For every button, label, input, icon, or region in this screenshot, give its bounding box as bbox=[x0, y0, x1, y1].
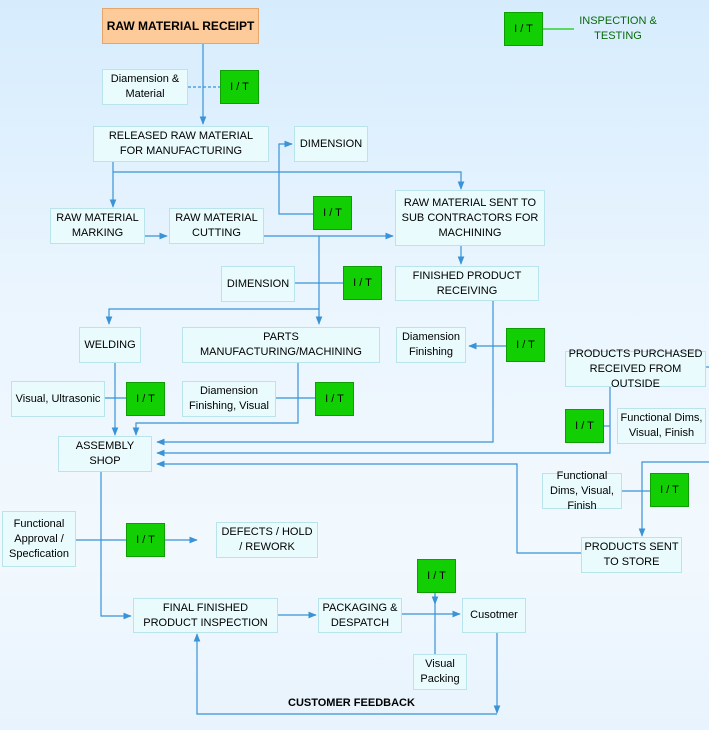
it-badge-packaging[interactable]: I / T bbox=[417, 559, 456, 593]
node-customer[interactable]: Cusotmer bbox=[462, 598, 526, 633]
node-assembly-shop[interactable]: ASSEMBLY SHOP bbox=[58, 436, 152, 472]
it-badge-parts[interactable]: I / T bbox=[315, 382, 354, 416]
legend-it-badge: I / T bbox=[504, 12, 543, 46]
node-functional-approval[interactable]: Functional Approval / Specfication bbox=[2, 511, 76, 567]
node-functional-dims-2[interactable]: Functional Dims, Visual, Finish bbox=[542, 470, 622, 512]
node-welding[interactable]: WELDING bbox=[79, 327, 141, 363]
it-badge-dimension-mid[interactable]: I / T bbox=[343, 266, 382, 300]
node-released-raw-material[interactable]: RELEASED RAW MATERIAL FOR MANUFACTURING bbox=[93, 126, 269, 162]
node-dimension-finishing[interactable]: Diamension Finishing bbox=[396, 327, 466, 363]
node-dimension-finishing-visual[interactable]: Diamension Finishing, Visual bbox=[182, 381, 276, 417]
node-dimension-mid[interactable]: DIMENSION bbox=[221, 266, 295, 302]
node-raw-material-cutting[interactable]: RAW MATERIAL CUTTING bbox=[169, 208, 264, 244]
node-packaging-despatch[interactable]: PACKAGING & DESPATCH bbox=[318, 598, 402, 633]
connector-receiving-assembly bbox=[156, 301, 494, 446]
node-visual-packing[interactable]: Visual Packing bbox=[413, 654, 467, 690]
legend-label-line2: TESTING bbox=[594, 30, 642, 42]
node-parts-manufacturing[interactable]: PARTS MANUFACTURING/MACHINING bbox=[182, 327, 380, 363]
node-dimension-top[interactable]: DIMENSION bbox=[294, 126, 368, 162]
node-final-inspection[interactable]: FINAL FINISHED PRODUCT INSPECTION bbox=[133, 598, 278, 633]
legend-label: INSPECTION & TESTING bbox=[578, 14, 658, 44]
it-badge-dim-finishing[interactable]: I / T bbox=[506, 328, 545, 362]
node-defects-hold-rework[interactable]: DEFECTS / HOLD / REWORK bbox=[216, 522, 318, 558]
node-sent-to-subcontractors[interactable]: RAW MATERIAL SENT TO SUB CONTRACTORS FOR… bbox=[395, 190, 545, 246]
connector-released-subcontract bbox=[113, 171, 465, 190]
it-badge-welding[interactable]: I / T bbox=[126, 382, 165, 416]
node-visual-ultrasonic[interactable]: Visual, Ultrasonic bbox=[11, 381, 105, 417]
node-functional-dims-1[interactable]: Functional Dims, Visual, Finish bbox=[617, 408, 706, 444]
node-products-sent-to-store[interactable]: PRODUCTS SENT TO STORE bbox=[581, 537, 682, 573]
it-badge-dimension-top[interactable]: I / T bbox=[313, 196, 352, 230]
node-finished-product-receiving[interactable]: FINISHED PRODUCT RECEIVING bbox=[395, 266, 539, 301]
it-badge-purchased[interactable]: I / T bbox=[565, 409, 604, 443]
connector-cutting-welding bbox=[105, 308, 319, 325]
it-badge-material[interactable]: I / T bbox=[220, 70, 259, 104]
legend-label-line1: INSPECTION & bbox=[579, 15, 657, 27]
customer-feedback-label: CUSTOMER FEEDBACK bbox=[288, 697, 415, 709]
node-products-purchased[interactable]: PRODUCTS PURCHASED RECEIVED FROM OUTSIDE bbox=[565, 348, 706, 390]
node-raw-material-receipt[interactable]: RAW MATERIAL RECEIPT bbox=[102, 8, 259, 44]
it-badge-store[interactable]: I / T bbox=[650, 473, 689, 507]
node-dimension-material[interactable]: Diamension & Material bbox=[102, 69, 188, 105]
node-raw-material-marking[interactable]: RAW MATERIAL MARKING bbox=[50, 208, 145, 244]
it-badge-assembly[interactable]: I / T bbox=[126, 523, 165, 557]
